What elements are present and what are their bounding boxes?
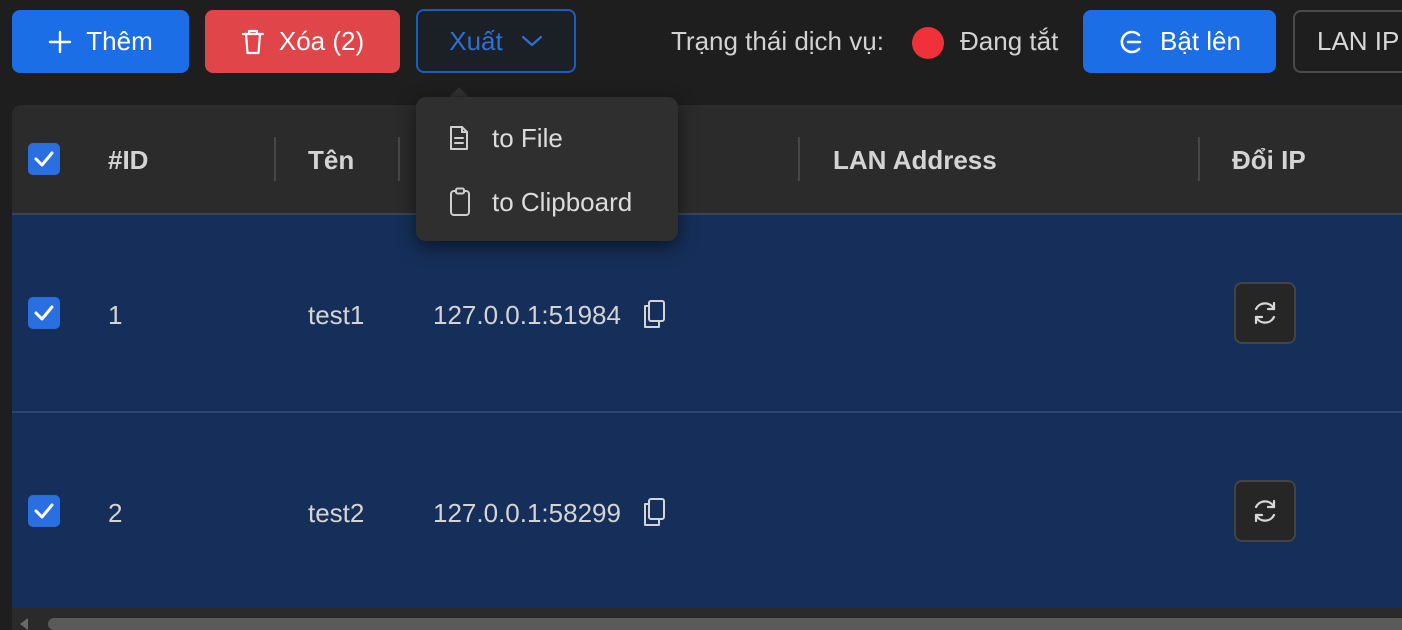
table-row[interactable]: 1 test1 127.0.0.1:51984: [12, 215, 1402, 413]
copy-icon[interactable]: [641, 299, 667, 329]
row-name: test2: [308, 498, 365, 528]
toolbar: Thêm Xóa (2) Xuất Trạng thái dịch vụ: Đa…: [0, 0, 1402, 86]
row-id: 1: [108, 300, 123, 330]
row-address: 127.0.0.1:58299: [433, 498, 621, 528]
column-divider[interactable]: [798, 137, 800, 181]
service-status-text: Đang tắt: [960, 26, 1059, 56]
plus-icon: [48, 30, 72, 54]
column-divider[interactable]: [1198, 137, 1200, 181]
export-to-clipboard-label: to Clipboard: [492, 186, 633, 217]
delete-button[interactable]: Xóa (2): [205, 10, 400, 73]
column-header-lan-address[interactable]: LAN Address: [833, 145, 997, 176]
scrollbar-thumb[interactable]: [48, 618, 1402, 630]
file-icon: [448, 125, 470, 151]
row-name: test1: [308, 300, 365, 330]
lan-ip-button-label: LAN IP: [1317, 26, 1400, 56]
export-button-label: Xuất: [449, 25, 503, 56]
row-checkbox[interactable]: [28, 297, 60, 329]
power-icon: [1118, 28, 1146, 56]
row-checkbox[interactable]: [28, 495, 60, 527]
enable-button-label: Bật lên: [1160, 26, 1241, 56]
proxy-table: #ID Tên LAN Address Đổi IP 1 test1 127.0…: [12, 105, 1402, 630]
export-dropdown-menu: to File to Clipboard: [416, 97, 678, 241]
trash-icon: [241, 29, 265, 55]
lan-ip-button[interactable]: LAN IP: [1293, 10, 1402, 73]
refresh-icon: [1250, 496, 1280, 526]
row-address: 127.0.0.1:51984: [433, 300, 621, 330]
status-indicator-dot: [912, 27, 944, 59]
export-dropdown-button[interactable]: Xuất: [416, 9, 576, 73]
refresh-icon: [1250, 298, 1280, 328]
column-divider[interactable]: [274, 137, 276, 181]
change-ip-button[interactable]: [1234, 480, 1296, 542]
app-window: Thêm Xóa (2) Xuất Trạng thái dịch vụ: Đa…: [0, 0, 1402, 630]
column-header-change-ip[interactable]: Đổi IP: [1232, 145, 1306, 176]
clipboard-icon: [448, 187, 472, 217]
add-button[interactable]: Thêm: [12, 10, 189, 73]
export-to-clipboard-item[interactable]: to Clipboard: [416, 172, 678, 232]
add-button-label: Thêm: [86, 26, 153, 56]
horizontal-scrollbar[interactable]: [12, 608, 1402, 630]
table-row[interactable]: 2 test2 127.0.0.1:58299: [12, 413, 1402, 611]
delete-button-label: Xóa (2): [278, 26, 365, 56]
scroll-left-arrow-icon[interactable]: [20, 618, 28, 630]
row-id: 2: [108, 498, 123, 528]
export-to-file-item[interactable]: to File: [416, 108, 678, 168]
copy-icon[interactable]: [641, 497, 667, 527]
column-header-name[interactable]: Tên: [308, 145, 354, 176]
table-header: #ID Tên LAN Address Đổi IP: [12, 105, 1402, 215]
column-header-id[interactable]: #ID: [108, 145, 148, 176]
service-status-label: Trạng thái dịch vụ:: [671, 26, 884, 56]
export-to-file-label: to File: [492, 122, 563, 153]
enable-service-button[interactable]: Bật lên: [1083, 10, 1276, 73]
column-divider[interactable]: [398, 137, 400, 181]
chevron-down-icon: [521, 34, 543, 48]
select-all-checkbox[interactable]: [28, 143, 60, 175]
change-ip-button[interactable]: [1234, 282, 1296, 344]
